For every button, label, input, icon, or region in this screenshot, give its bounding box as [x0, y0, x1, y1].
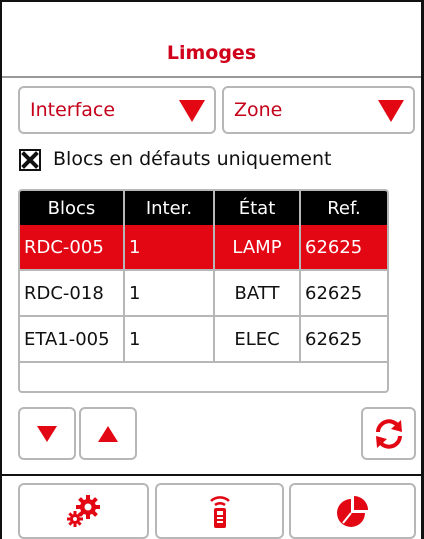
refresh-icon [375, 418, 402, 449]
cell-ref: 62625 [300, 316, 387, 363]
blocs-table: Blocs Inter. État Ref. RDC-005 1 LAMP 62… [18, 189, 389, 393]
cell-blocs: ETA1-005 [20, 316, 125, 363]
scroll-down-button[interactable] [18, 407, 76, 460]
cell-ref: 62625 [300, 270, 387, 317]
remote-control-icon [209, 496, 230, 528]
zone-dropdown[interactable]: Zone [222, 86, 415, 134]
table-row[interactable]: ETA1-005 1 ELEC 62625 [20, 316, 387, 363]
table-row-selected[interactable]: RDC-005 1 LAMP 62625 [20, 225, 387, 271]
cell-etat: BATT [214, 270, 301, 317]
gears-icon [66, 495, 100, 527]
page-title: Limoges [166, 42, 257, 64]
interface-dropdown-label: Interface [30, 99, 116, 121]
refresh-button[interactable] [361, 407, 416, 460]
table-row[interactable]: RDC-018 1 BATT 62625 [20, 270, 387, 317]
triangle-up-icon [98, 425, 118, 442]
table-header-row: Blocs Inter. État Ref. [20, 191, 387, 225]
statistics-button[interactable] [289, 483, 416, 539]
column-header-blocs[interactable]: Blocs [20, 191, 125, 225]
zone-dropdown-label: Zone [234, 99, 283, 121]
column-header-etat[interactable]: État [214, 191, 301, 225]
column-header-ref[interactable]: Ref. [300, 191, 387, 225]
cell-inter: 1 [124, 270, 215, 317]
checkbox-checked-icon[interactable] [19, 149, 41, 171]
triangle-down-icon [37, 425, 57, 442]
triangle-down-icon [378, 100, 404, 122]
scroll-up-button[interactable] [79, 407, 137, 460]
pie-chart-icon [336, 496, 368, 527]
settings-button[interactable] [18, 483, 149, 539]
cell-ref: 62625 [300, 225, 387, 271]
cell-inter: 1 [124, 316, 215, 363]
cell-blocs: RDC-005 [20, 225, 125, 271]
faults-only-label: Blocs en défauts uniquement [53, 148, 332, 170]
cell-etat: ELEC [214, 316, 301, 363]
cell-blocs: RDC-018 [20, 270, 125, 317]
bottom-divider [2, 474, 421, 476]
triangle-down-icon [179, 100, 205, 122]
interface-dropdown[interactable]: Interface [18, 86, 216, 134]
cell-etat: LAMP [214, 225, 301, 271]
title-divider [2, 76, 421, 78]
remote-control-button[interactable] [155, 483, 284, 539]
cell-inter: 1 [124, 225, 215, 271]
column-header-inter[interactable]: Inter. [124, 191, 215, 225]
